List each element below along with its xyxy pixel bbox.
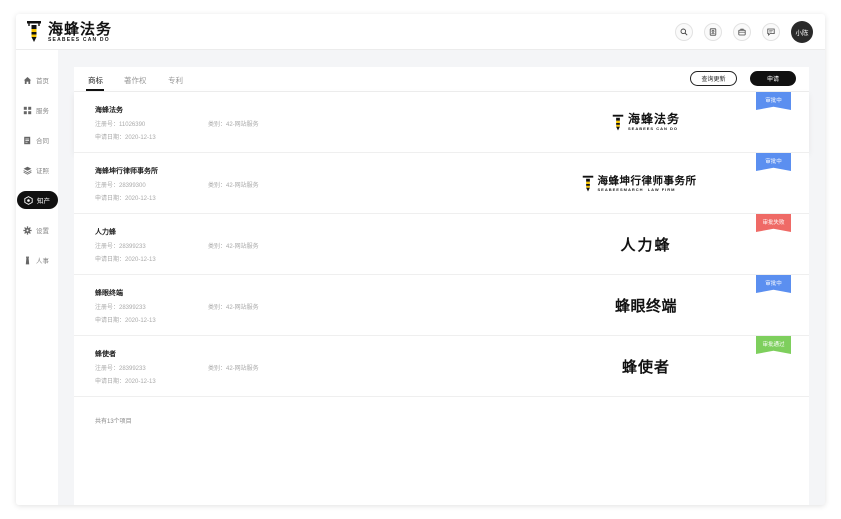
trademark-row[interactable]: 蜂眼终端 注册号：28399233 类别：42-网站服务 申请日期：2020-1… xyxy=(74,275,809,336)
query-update-button[interactable]: 查询更新 xyxy=(690,71,737,86)
grid-icon xyxy=(23,106,32,115)
home-icon xyxy=(23,76,32,85)
active-tab-indicator xyxy=(86,89,104,91)
search-icon[interactable] xyxy=(675,23,693,41)
header-actions: 小陈 xyxy=(664,21,813,43)
tab-copyright[interactable]: 著作权 xyxy=(124,75,147,86)
trademark-category: 类别：42-网站服务 xyxy=(208,366,259,372)
sidebar-item-ip[interactable]: 知产 xyxy=(17,191,58,209)
status-badge: 审批中 xyxy=(756,92,791,110)
trademark-name: 人力蜂 xyxy=(95,229,116,236)
status-badge: 审批中 xyxy=(756,153,791,171)
trademark-row[interactable]: 蜂使者 注册号：28399233 类别：42-网站服务 申请日期：2020-12… xyxy=(74,336,809,397)
registration-number: 注册号：11026390 xyxy=(95,122,146,128)
trademark-row[interactable]: 人力蜂 注册号：28399233 类别：42-网站服务 申请日期：2020-12… xyxy=(74,214,809,275)
brand-logo[interactable]: 海蜂法务 SEABEES CAN DO xyxy=(26,20,112,44)
registration-number: 注册号：28399233 xyxy=(95,366,146,372)
status-badge: 审批中 xyxy=(756,275,791,293)
briefcase-icon[interactable] xyxy=(733,23,751,41)
sidebar-item-hr[interactable]: 人事 xyxy=(16,251,58,269)
sidebar-item-home[interactable]: 首页 xyxy=(16,71,58,89)
registration-number: 注册号：28399233 xyxy=(95,244,146,250)
item-count: 共有13个项目 xyxy=(95,419,132,425)
apply-date: 申请日期：2020-12-13 xyxy=(95,318,156,324)
user-avatar[interactable]: 小陈 xyxy=(791,21,813,43)
gear-icon xyxy=(23,225,32,235)
trademark-row[interactable]: 海蜂法务 注册号：11026390 类别：42-网站服务 申请日期：2020-1… xyxy=(74,92,809,153)
bee-logo-icon xyxy=(612,114,624,130)
apply-date: 申请日期：2020-12-13 xyxy=(95,135,156,141)
contract-icon xyxy=(23,136,32,145)
logo-chinese-text: 海蜂法务 xyxy=(48,19,113,38)
sidebar-item-label: 合同 xyxy=(36,138,49,145)
sidebar-item-license[interactable]: 证照 xyxy=(16,161,58,179)
contacts-icon[interactable] xyxy=(704,23,722,41)
mark-text: 蜂眼终端 xyxy=(614,297,677,315)
status-badge: 审批失败 xyxy=(756,214,791,232)
sidebar-item-label: 首页 xyxy=(36,78,49,85)
sidebar-item-contract[interactable]: 合同 xyxy=(16,131,58,149)
trademark-name: 海蜂法务 xyxy=(95,107,123,114)
top-bar: 海蜂法务 SEABEES CAN DO 小陈 xyxy=(16,14,825,50)
registration-number: 注册号：28399300 xyxy=(95,183,146,189)
bee-logo-icon xyxy=(582,175,593,191)
apply-date: 申请日期：2020-12-13 xyxy=(95,196,156,202)
trademark-category: 类别：42-网站服务 xyxy=(208,122,259,128)
sidebar-item-label: 知产 xyxy=(37,198,50,205)
trademark-name: 海蜂坤行律师事务所 xyxy=(95,168,158,175)
trademark-panel: 商标 著作权 专利 查询更新 申请 海蜂法务 注册号：11026390 类别：4… xyxy=(74,67,809,505)
mark-text: 蜂使者 xyxy=(621,358,670,376)
apply-date: 申请日期：2020-12-13 xyxy=(95,379,156,385)
tab-bar: 商标 著作权 专利 查询更新 申请 xyxy=(74,67,809,92)
trademark-category: 类别：42-网站服务 xyxy=(208,305,259,311)
logo-english-text: SEABEES CAN DO xyxy=(48,36,110,43)
trademark-name: 蜂使者 xyxy=(95,351,116,358)
sidebar: 首页 服务 合同 证照 知产 设置 人事 xyxy=(16,50,58,505)
trademark-category: 类别：42-网站服务 xyxy=(208,183,259,189)
mark-subtext: SEABEES CAN DO xyxy=(627,126,678,131)
mark-text: 海蜂坤行律师事务所 xyxy=(597,174,697,187)
message-icon[interactable] xyxy=(762,23,780,41)
person-icon xyxy=(23,256,32,265)
trademark-category: 类别：42-网站服务 xyxy=(208,244,259,250)
sidebar-item-label: 服务 xyxy=(36,108,49,115)
trademark-image: 人力蜂 xyxy=(586,214,706,275)
trademark-name: 蜂眼终端 xyxy=(95,290,123,297)
mark-subtext: SEABEESMARCH LAW FIRM xyxy=(597,186,676,192)
trademark-image: 海蜂法务 SEABEES CAN DO xyxy=(586,92,706,153)
trademark-image: 海蜂坤行律师事务所 SEABEESMARCH LAW FIRM xyxy=(564,153,714,214)
sidebar-item-label: 人事 xyxy=(36,258,49,265)
sidebar-item-settings[interactable]: 设置 xyxy=(16,221,58,239)
app-window: 海蜂法务 SEABEES CAN DO 小陈 首页 服务 合同 证照 知产 设置… xyxy=(16,14,825,505)
ip-icon xyxy=(24,195,33,205)
sidebar-item-label: 设置 xyxy=(36,228,49,235)
status-badge: 审批通过 xyxy=(756,336,791,354)
apply-button[interactable]: 申请 xyxy=(750,71,796,86)
tab-patent[interactable]: 专利 xyxy=(168,75,183,86)
trademark-image: 蜂眼终端 xyxy=(586,275,706,336)
tab-trademark[interactable]: 商标 xyxy=(88,75,103,86)
sidebar-item-service[interactable]: 服务 xyxy=(16,101,58,119)
mark-text: 海蜂法务 xyxy=(627,112,680,126)
trademark-image: 蜂使者 xyxy=(586,336,706,397)
registration-number: 注册号：28399233 xyxy=(95,305,146,311)
apply-date: 申请日期：2020-12-13 xyxy=(95,257,156,263)
sidebar-item-label: 证照 xyxy=(36,168,49,175)
mark-text: 人力蜂 xyxy=(620,236,672,254)
layers-icon xyxy=(23,166,32,175)
trademark-row[interactable]: 海蜂坤行律师事务所 注册号：28399300 类别：42-网站服务 申请日期：2… xyxy=(74,153,809,214)
bee-logo-icon xyxy=(27,21,41,42)
